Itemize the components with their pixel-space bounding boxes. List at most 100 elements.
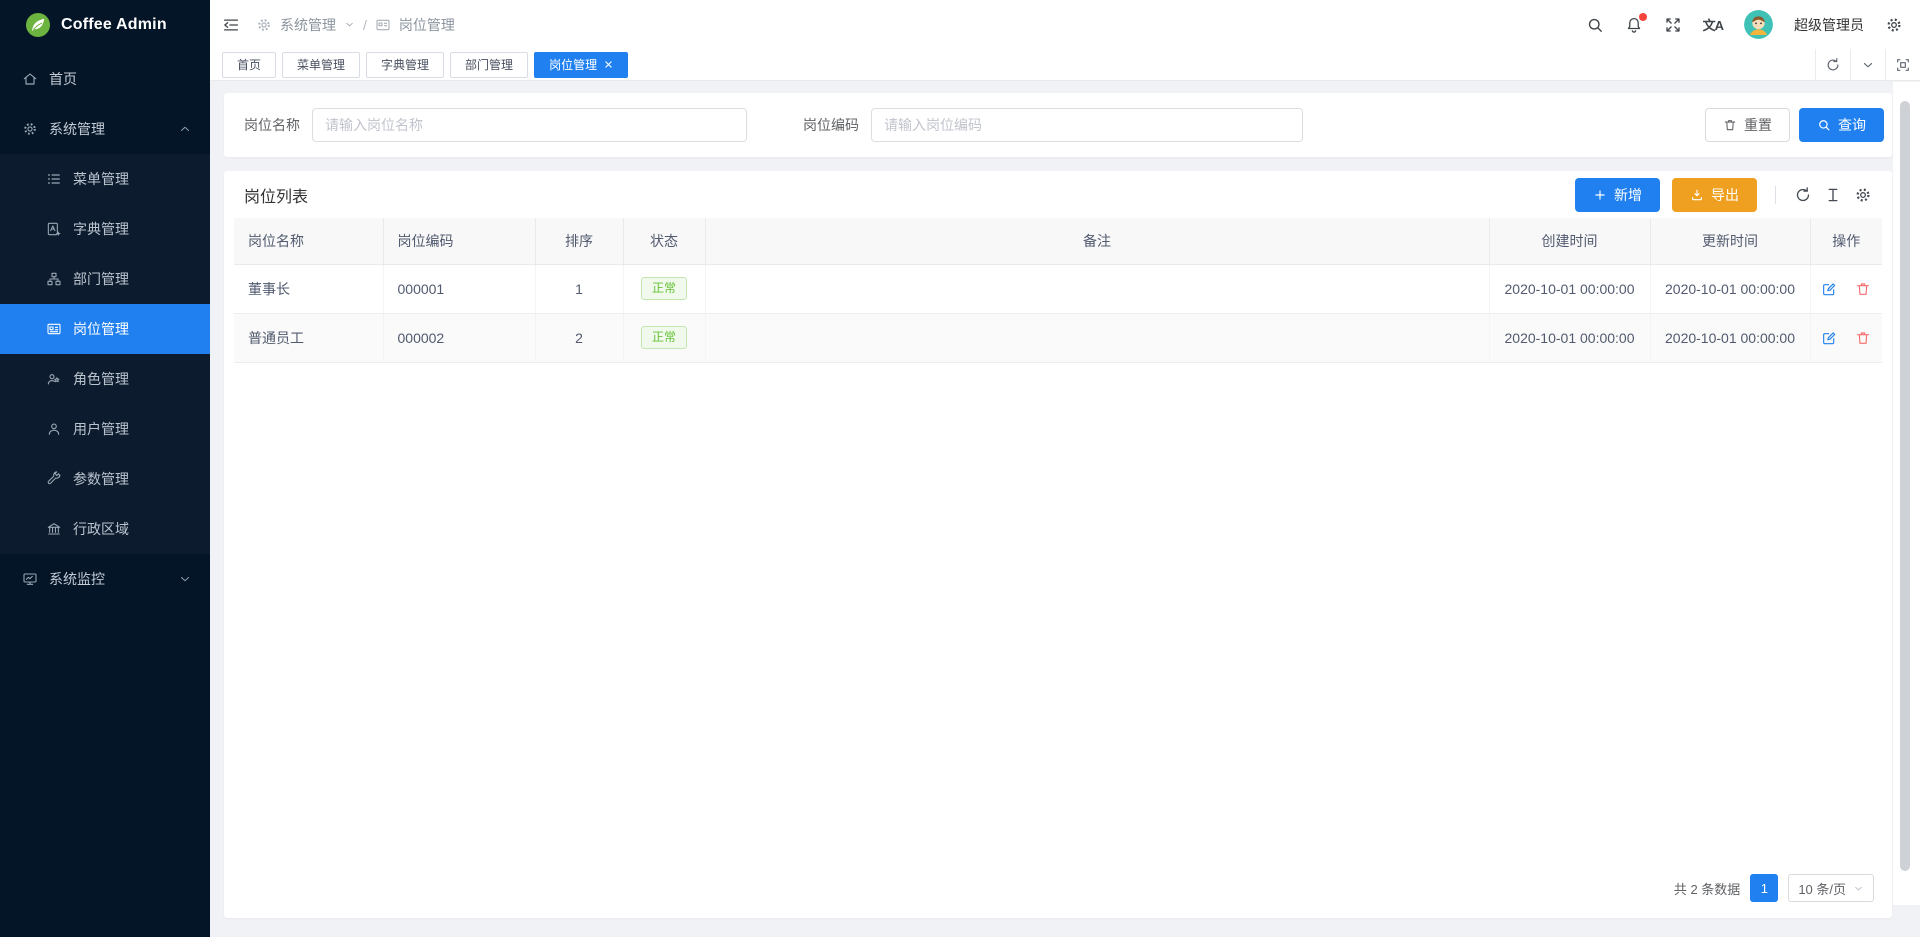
sidebar-item-menu-mgmt[interactable]: 菜单管理 [0, 154, 210, 204]
breadcrumb-parent[interactable]: 系统管理 [280, 15, 336, 35]
sidebar-item-label: 行政区域 [73, 519, 129, 539]
app-logo: Coffee Admin [0, 0, 210, 50]
row-density-icon[interactable] [1824, 186, 1842, 204]
list-toolbar: 岗位列表 新增 导出 [234, 171, 1882, 218]
search-icon [1817, 118, 1831, 132]
edit-icon[interactable] [1821, 330, 1837, 346]
notification-badge-dot [1639, 13, 1647, 21]
toolbar-divider [1775, 186, 1776, 204]
bank-icon [46, 521, 62, 537]
chevron-down-icon[interactable] [344, 19, 355, 30]
sidebar-item-param-mgmt[interactable]: 参数管理 [0, 454, 210, 504]
sidebar-item-system[interactable]: 系统管理 [0, 104, 210, 154]
total-count: 共 2 条数据 [1674, 879, 1740, 898]
tab-label: 岗位管理 [549, 56, 597, 73]
refresh-tab-icon[interactable] [1815, 49, 1850, 80]
pagination: 共 2 条数据 1 10 条/页 [234, 874, 1882, 908]
gear-icon[interactable] [1885, 16, 1903, 34]
tab-post-mgmt[interactable]: 岗位管理 [534, 52, 628, 78]
download-icon [1690, 188, 1704, 202]
post-code-input[interactable] [871, 108, 1303, 142]
monitor-icon [22, 571, 38, 587]
delete-trash-icon[interactable] [1855, 330, 1871, 346]
add-button[interactable]: 新增 [1575, 178, 1660, 212]
sidebar-item-region[interactable]: 行政区域 [0, 504, 210, 554]
query-button[interactable]: 查询 [1799, 108, 1884, 142]
vertical-scrollbar[interactable] [1893, 82, 1920, 905]
cell-status: 正常 [623, 264, 705, 313]
export-button-label: 导出 [1711, 185, 1739, 205]
sidebar-item-home[interactable]: 首页 [0, 54, 210, 104]
sidebar-item-user-mgmt[interactable]: 用户管理 [0, 404, 210, 454]
cell-updated-time: 2020-10-01 00:00:00 [1650, 264, 1810, 313]
page-content: 岗位名称 岗位编码 重置 查询 岗位列表 [210, 81, 1920, 937]
breadcrumb-separator: / [363, 17, 367, 33]
refresh-table-icon[interactable] [1794, 186, 1812, 204]
tab-home[interactable]: 首页 [222, 52, 276, 78]
collapse-sidebar-icon[interactable] [222, 16, 240, 34]
tab-label: 首页 [237, 56, 261, 73]
sidebar-menu: 首页 系统管理 菜单管理 字典管理 部门管理 岗位管理 [0, 50, 210, 937]
scrollbar-thumb[interactable] [1900, 101, 1910, 871]
top-header: 系统管理 / 岗位管理 文A 超级管理员 [210, 0, 1920, 49]
delete-trash-icon[interactable] [1855, 281, 1871, 297]
cell-updated-time: 2020-10-01 00:00:00 [1650, 313, 1810, 362]
sidebar-item-role-mgmt[interactable]: 角色管理 [0, 354, 210, 404]
tab-bar: 首页 菜单管理 字典管理 部门管理 岗位管理 [210, 49, 1920, 81]
tab-menu-mgmt[interactable]: 菜单管理 [282, 52, 360, 78]
sidebar-item-label: 系统管理 [49, 119, 167, 139]
tab-dict-mgmt[interactable]: 字典管理 [366, 52, 444, 78]
cell-created-time: 2020-10-01 00:00:00 [1489, 264, 1650, 313]
column-header-status: 状态 [623, 218, 705, 264]
export-button[interactable]: 导出 [1672, 178, 1757, 212]
tab-actions-chevron-down-icon[interactable] [1850, 49, 1885, 80]
close-tab-icon[interactable] [604, 60, 613, 69]
user-icon [46, 421, 62, 437]
column-settings-gear-icon[interactable] [1854, 186, 1872, 204]
post-list-card: 岗位列表 新增 导出 [224, 171, 1892, 918]
sidebar-item-post-mgmt[interactable]: 岗位管理 [0, 304, 210, 354]
sidebar-item-dict-mgmt[interactable]: 字典管理 [0, 204, 210, 254]
roles-icon [46, 371, 62, 387]
search-form-card: 岗位名称 岗位编码 重置 查询 [224, 93, 1892, 157]
plus-icon [1593, 188, 1607, 202]
cell-actions [1810, 264, 1882, 313]
id-card-icon [46, 321, 62, 337]
cell-post-code: 000001 [383, 264, 535, 313]
sidebar-item-dept-mgmt[interactable]: 部门管理 [0, 254, 210, 304]
cell-status: 正常 [623, 313, 705, 362]
sidebar-item-label: 系统监控 [49, 569, 167, 589]
tab-tools [1815, 49, 1920, 80]
edit-icon[interactable] [1821, 281, 1837, 297]
post-name-input[interactable] [312, 108, 747, 142]
post-table: 岗位名称 岗位编码 排序 状态 备注 创建时间 更新时间 操作 董事长 0000… [234, 218, 1882, 363]
table-row: 普通员工 000002 2 正常 2020-10-01 00:00:00 202… [234, 313, 1882, 362]
cell-actions [1810, 313, 1882, 362]
home-icon [22, 71, 38, 87]
spring-leaf-logo-icon [26, 13, 50, 37]
sidebar-item-label: 字典管理 [73, 219, 129, 239]
reset-button[interactable]: 重置 [1705, 108, 1790, 142]
trash-icon [1723, 118, 1737, 132]
column-header-updated: 更新时间 [1650, 218, 1810, 264]
column-header-created: 创建时间 [1489, 218, 1650, 264]
page-size-select[interactable]: 10 条/页 [1788, 874, 1874, 902]
sidebar-item-monitor[interactable]: 系统监控 [0, 554, 210, 604]
query-button-label: 查询 [1838, 115, 1866, 135]
page-1-button[interactable]: 1 [1750, 874, 1778, 902]
sidebar-item-label: 角色管理 [73, 369, 129, 389]
fullscreen-icon[interactable] [1664, 16, 1682, 34]
reset-button-label: 重置 [1744, 115, 1772, 135]
sidebar-submenu-system: 菜单管理 字典管理 部门管理 岗位管理 角色管理 用户管理 [0, 154, 210, 554]
current-user-name[interactable]: 超级管理员 [1794, 15, 1864, 35]
tab-dept-mgmt[interactable]: 部门管理 [450, 52, 528, 78]
column-header-remark: 备注 [705, 218, 1489, 264]
sidebar-item-label: 部门管理 [73, 269, 129, 289]
search-icon[interactable] [1586, 16, 1604, 34]
avatar[interactable] [1744, 10, 1773, 39]
content-fullscreen-icon[interactable] [1885, 49, 1920, 80]
sidebar-item-label: 参数管理 [73, 469, 129, 489]
notification-bell-icon[interactable] [1625, 16, 1643, 34]
translate-icon[interactable]: 文A [1703, 15, 1723, 34]
post-code-label: 岗位编码 [803, 115, 859, 135]
